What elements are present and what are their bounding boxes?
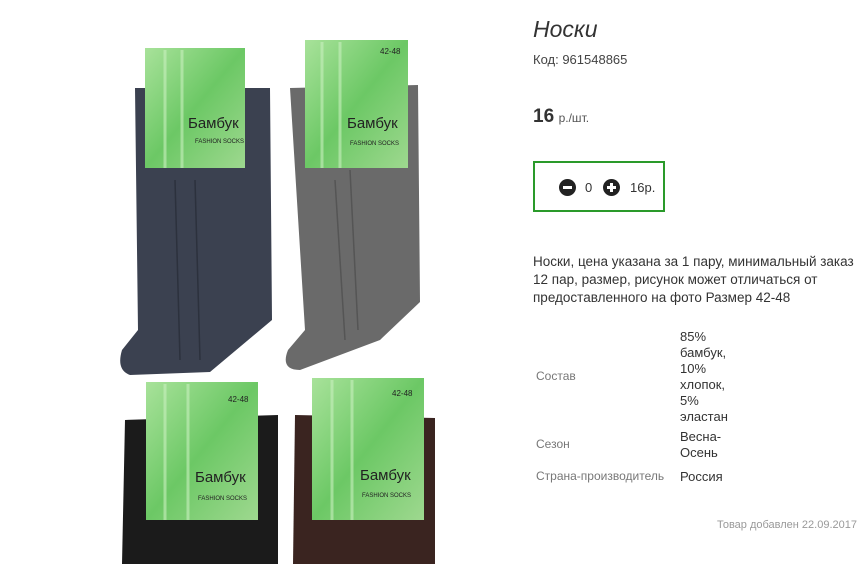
svg-text:42-48: 42-48	[380, 47, 401, 56]
property-value-country: Россия	[680, 469, 723, 484]
product-photo[interactable]: Бамбук FASHION SOCKS 42-48 Бамбук FASHIO…	[100, 30, 460, 564]
svg-text:FASHION SOCKS: FASHION SOCKS	[350, 141, 399, 147]
price-unit: р./шт.	[558, 111, 590, 125]
added-date: Товар добавлен 22.09.2017	[716, 519, 857, 531]
property-label-season: Сезон	[536, 437, 570, 451]
product-title: Носки	[533, 16, 598, 42]
property-value-season: Весна-Осень	[680, 429, 722, 460]
plus-icon[interactable]	[603, 179, 620, 196]
cart-total: 16р.	[630, 180, 656, 195]
minus-icon[interactable]	[559, 179, 576, 196]
property-value-composition: 85% бамбук, 10% хлопок, 5% эластан	[680, 329, 728, 424]
price-value: 16	[533, 106, 555, 127]
product-price: 16 р./шт.	[533, 106, 589, 128]
quantity-stepper: 0 16р.	[533, 161, 665, 212]
product-code: Код: 961548865	[533, 52, 628, 67]
product-description: Носки, цена указана за 1 пару, минимальн…	[533, 254, 854, 305]
svg-text:42-48: 42-48	[392, 389, 413, 398]
tag-brand: Бамбук	[195, 469, 246, 486]
svg-text:FASHION SOCKS: FASHION SOCKS	[198, 496, 247, 502]
tag-brand: Бамбук	[347, 115, 398, 132]
svg-text:FASHION SOCKS: FASHION SOCKS	[362, 493, 411, 499]
property-label-country: Страна-производитель	[536, 469, 665, 483]
tag-brand: Бамбук	[188, 115, 239, 132]
svg-text:42-48: 42-48	[228, 395, 249, 404]
property-label-composition: Состав	[536, 369, 576, 383]
tag-brand: Бамбук	[360, 467, 411, 484]
svg-text:FASHION SOCKS: FASHION SOCKS	[195, 139, 244, 145]
quantity-value[interactable]: 0	[585, 180, 592, 195]
socks-image: Бамбук FASHION SOCKS 42-48 Бамбук FASHIO…	[120, 40, 435, 564]
